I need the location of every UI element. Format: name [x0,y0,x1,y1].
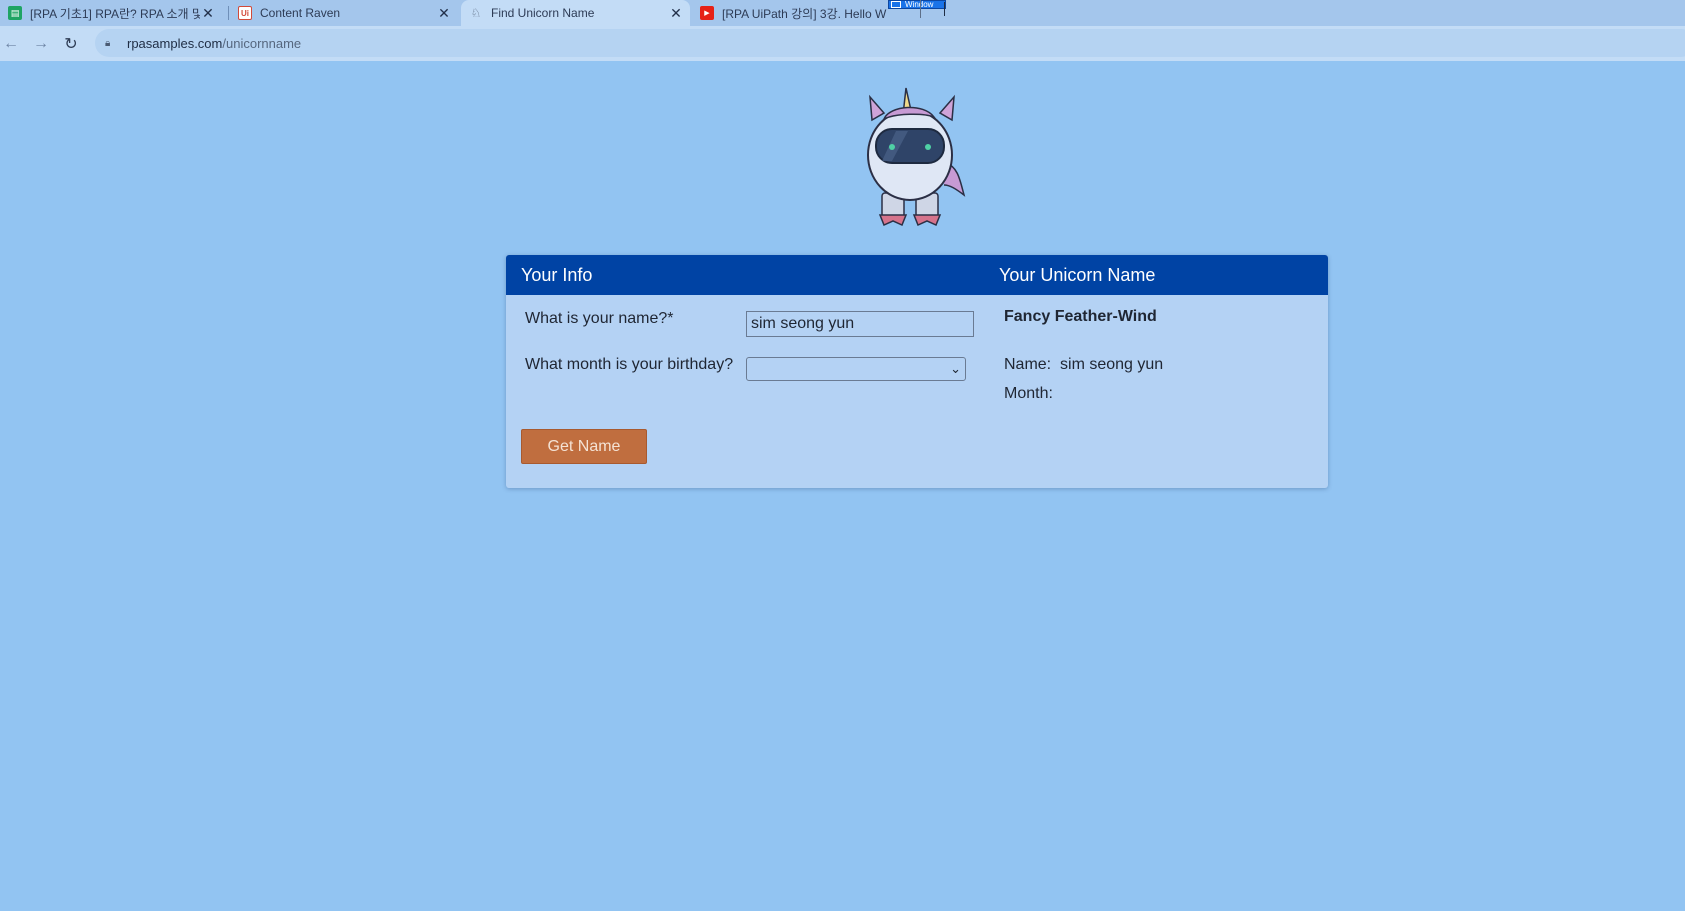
your-unicorn-name-heading: Your Unicorn Name [999,265,1156,285]
reload-icon[interactable]: ↻ [60,33,82,55]
result-name-line: Name: sim seong yun [1004,356,1163,374]
tab-strip: ▤ [RPA 기초1] RPA란? RPA 소개 및 ✕ Ui Content … [0,0,1685,26]
text-cursor-icon [944,2,945,16]
close-icon[interactable]: ✕ [436,5,452,22]
result-month-label: Month: [1004,385,1053,402]
name-input[interactable] [746,311,974,337]
tab-title: [RPA 기초1] RPA란? RPA 소개 및 [30,6,200,21]
address-bar[interactable]: 🔒︎ rpasamples.com/unicornname [95,29,1685,57]
your-info-heading: Your Info [521,265,593,285]
youtube-icon: ▶ [700,6,714,20]
unicorn-name-result: Fancy Feather-Wind [1004,308,1157,325]
floating-window-indicator: Window [888,0,946,9]
result-name-value: sim seong yun [1060,356,1164,373]
result-month-line: Month: [1004,385,1062,403]
unicorn-favicon: ♘ [470,6,482,20]
card-header: Your Info Your Unicorn Name [506,255,1328,295]
browser-tab-content-raven[interactable]: Ui Content Raven ✕ [230,0,458,26]
get-name-button[interactable]: Get Name [521,429,647,464]
lock-icon[interactable]: 🔒︎ [105,38,117,49]
close-icon[interactable]: ✕ [668,5,684,22]
url-path: /unicornname [222,35,302,51]
birthday-month-select[interactable]: ⌄ [746,357,966,381]
forward-arrow-icon[interactable]: → [30,33,52,55]
browser-toolbar: ← → ↻ 🔒︎ rpasamples.com/unicornname [0,26,1685,61]
back-arrow-icon[interactable]: ← [0,33,22,55]
unicorn-form-card: Your Info Your Unicorn Name What is your… [506,255,1328,488]
url-host: rpasamples.com [127,35,223,51]
uipath-icon: Ui [238,6,252,20]
tab-title: [RPA UiPath 강의] 3강. Hello W [722,6,887,21]
name-label: What is your name?* [525,310,674,327]
drag-marker [920,0,921,18]
sheets-icon: ▤ [8,6,22,20]
birthday-month-label: What month is your birthday? [525,356,734,373]
result-name-label: Name: [1004,356,1052,373]
tab-divider [228,6,229,20]
browser-tab-rpa-basics[interactable]: ▤ [RPA 기초1] RPA란? RPA 소개 및 ✕ [0,0,222,26]
unicorn-mascot-logo [867,87,966,227]
tab-title: Find Unicorn Name [491,6,595,20]
browser-tab-uipath-lecture[interactable]: ▶ [RPA UiPath 강의] 3강. Hello W [692,0,914,26]
tab-title: Content Raven [260,6,341,20]
browser-tab-find-unicorn-name[interactable]: ♘ Find Unicorn Name ✕ [461,0,690,26]
window-icon [891,1,901,8]
close-icon[interactable]: ✕ [200,5,216,22]
chevron-down-icon: ⌄ [950,361,961,376]
